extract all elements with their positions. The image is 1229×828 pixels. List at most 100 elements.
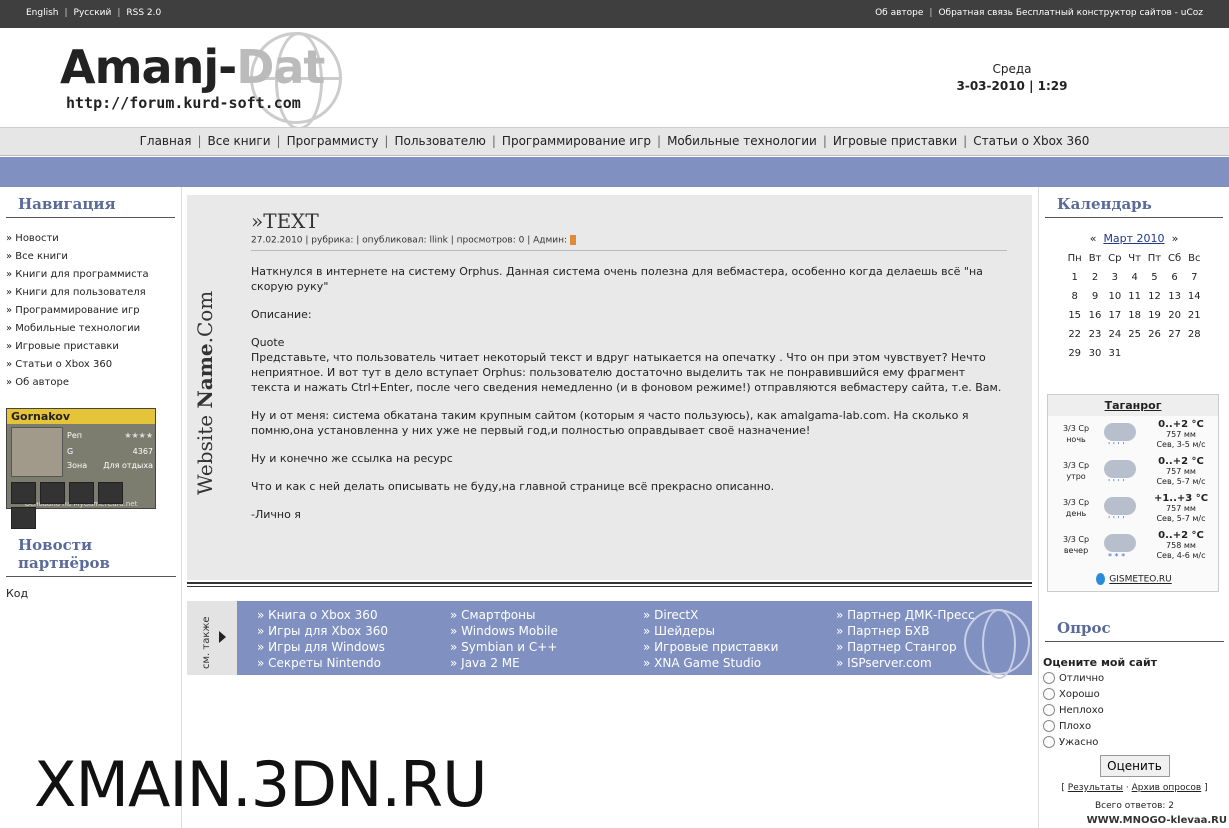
menu-item[interactable]: Мобильные технологии (667, 134, 817, 148)
see-also-link[interactable]: DirectX (643, 607, 836, 623)
poll-option[interactable]: Плохо (1039, 719, 1229, 735)
nav-item[interactable]: Новости (6, 230, 175, 248)
poll-question: Оцените мой сайт (1043, 656, 1158, 669)
see-also-tab: см. также (187, 601, 237, 675)
gismeteo-link[interactable]: GISMETEO.RU (1048, 573, 1220, 585)
menu-item[interactable]: Игровые приставки (833, 134, 957, 148)
watermark-small: WWW.MNOGO-klevaa.RU (1086, 815, 1227, 826)
top-bar: English | Русский | RSS 2.0 Об авторе | Обратн… (0, 0, 1229, 28)
partners-block: Новости партнёров Код (0, 528, 182, 610)
edit-icon[interactable] (569, 235, 576, 245)
weather-time: 3/3 Ср день (1062, 498, 1090, 518)
rain-drops-icon: ' ' ' ' (1108, 515, 1125, 524)
see-also-link[interactable]: Игры для Xbox 360 (257, 623, 450, 639)
rain-cloud-icon (1104, 497, 1136, 515)
game-icon[interactable] (40, 482, 65, 504)
poll-option[interactable]: Ужасно (1039, 735, 1229, 751)
post: »TEXT 27.02.2010 | рубрика: | опубликова… (251, 209, 1007, 522)
calendar-day: 20 (1168, 310, 1181, 321)
menu-item[interactable]: Главная (140, 134, 192, 148)
lang-russian-link[interactable]: Русский (74, 8, 112, 18)
calendar-day: 16 (1088, 310, 1102, 321)
about-link[interactable]: Об авторе (875, 8, 923, 18)
builder-link[interactable]: Бесплатный конструктор сайтов - uCoz (1016, 8, 1203, 18)
see-also-link[interactable]: Игры для Windows (257, 639, 450, 655)
weather-temp: +1..+3 °C (1153, 493, 1209, 504)
poll-option[interactable]: Отлично (1039, 671, 1229, 687)
calendar-day: 3 (1111, 272, 1119, 283)
game-icon[interactable] (11, 507, 36, 529)
poll-archive-link[interactable]: Архив опросов (1132, 783, 1202, 793)
gamerscore-value: 4367 (132, 447, 153, 456)
post-quote: Quote Представьте, что пользователь чита… (251, 335, 1002, 394)
feedback-link[interactable]: Обратная связь (938, 8, 1013, 18)
radio-button[interactable] (1043, 704, 1055, 716)
weather-temp: 0..+2 °C (1158, 530, 1204, 541)
game-icon[interactable] (98, 482, 123, 504)
calendar-day: 27 (1168, 329, 1181, 340)
weather-pressure: 758 мм (1166, 541, 1196, 550)
nav-item[interactable]: Мобильные технологии (6, 320, 175, 338)
site-logo[interactable]: Amanj-Dat (60, 40, 325, 94)
nav-item[interactable]: Программирование игр (6, 302, 175, 320)
see-also-link[interactable]: Игровые приставки (643, 639, 836, 655)
radio-button[interactable] (1043, 688, 1055, 700)
divider: | (929, 8, 933, 18)
calendar-prev[interactable]: « (1090, 232, 1097, 245)
weather-row: 3/3 Ср вечер * * * 0..+2 °C 758 мм Сев, 4-… (1048, 530, 1220, 566)
nav-item[interactable]: Книги для пользователя (6, 284, 175, 302)
calendar-title: Календарь (1045, 187, 1223, 218)
lang-english-link[interactable]: English (26, 8, 59, 18)
nav-item[interactable]: Игровые приставки (6, 338, 175, 356)
weather-time: 3/3 Ср утро (1062, 461, 1090, 481)
partners-body: Код (6, 587, 29, 600)
radio-button[interactable] (1043, 672, 1055, 684)
avatar (11, 427, 63, 477)
poll-option[interactable]: Неплохо (1039, 703, 1229, 719)
recent-games (11, 482, 155, 532)
see-also-link[interactable]: Java 2 ME (450, 655, 643, 671)
calendar-grid: Пн Вт Ср Чт Пт Сб Вс 1234567 8 9 10 11 12 13 14 15 16… (1064, 249, 1204, 363)
see-also-link[interactable]: XNA Game Studio (643, 655, 836, 671)
game-icon[interactable] (11, 482, 36, 504)
see-also-link[interactable]: Шейдеры (643, 623, 836, 639)
post-title[interactable]: »TEXT (251, 209, 1007, 233)
menu-item[interactable]: Программирование игр (502, 134, 651, 148)
see-also-link[interactable]: Секреты Nintendo (257, 655, 450, 671)
see-also-link[interactable]: Смартфоны (450, 607, 643, 623)
nav-item[interactable]: Все книги (6, 248, 175, 266)
menu-item[interactable]: Программисту (287, 134, 379, 148)
poll-option[interactable]: Хорошо (1039, 687, 1229, 703)
menu-item[interactable]: Все книги (207, 134, 270, 148)
game-icon[interactable] (69, 482, 94, 504)
weather-city[interactable]: Таганрог (1048, 395, 1218, 416)
gamer-card[interactable]: Gornakov Реп ★★★★ G 4367 Зона Для отдыха Ос… (6, 408, 156, 529)
vertical-logo: Website Name.Com (193, 290, 217, 495)
calendar-next[interactable]: » (1172, 232, 1179, 245)
zone-label: Зона (67, 461, 88, 470)
see-also-link[interactable]: Windows Mobile (450, 623, 643, 639)
rain-cloud-icon (1104, 460, 1136, 478)
post-signature: -Лично я (251, 507, 301, 521)
see-also-link[interactable]: Symbian и C++ (450, 639, 643, 655)
calendar-day: 2 (1091, 272, 1099, 283)
menu-item[interactable]: Пользователю (394, 134, 485, 148)
vote-button[interactable]: Оценить (1099, 755, 1170, 777)
nav-item[interactable]: Об авторе (6, 374, 175, 392)
nav-item[interactable]: Статьи о Xbox 360 (6, 356, 175, 374)
menu-item[interactable]: Статьи о Xbox 360 (973, 134, 1089, 148)
calendar-day: 18 (1128, 310, 1141, 321)
calendar-day: 23 (1088, 329, 1102, 340)
water-drop-icon (1096, 573, 1106, 585)
see-also-link[interactable]: Книга о Xbox 360 (257, 607, 450, 623)
nav-item[interactable]: Книги для программиста (6, 266, 175, 284)
poll-results-link[interactable]: Результаты (1068, 783, 1123, 793)
radio-button[interactable] (1043, 736, 1055, 748)
calendar-month[interactable]: Март 2010 (1103, 232, 1164, 245)
radio-button[interactable] (1043, 720, 1055, 732)
weather-widget: Таганрог 3/3 Ср ночь ' ' ' ' 0..+2 °C 757… (1047, 394, 1219, 592)
post-meta: 27.02.2010 | рубрика: | опубликовал: lli… (251, 235, 1007, 251)
weather-wind: Сев, 5-7 м/с (1156, 477, 1206, 486)
calendar-day: 31 (1108, 348, 1122, 359)
rss-link[interactable]: RSS 2.0 (126, 8, 161, 18)
